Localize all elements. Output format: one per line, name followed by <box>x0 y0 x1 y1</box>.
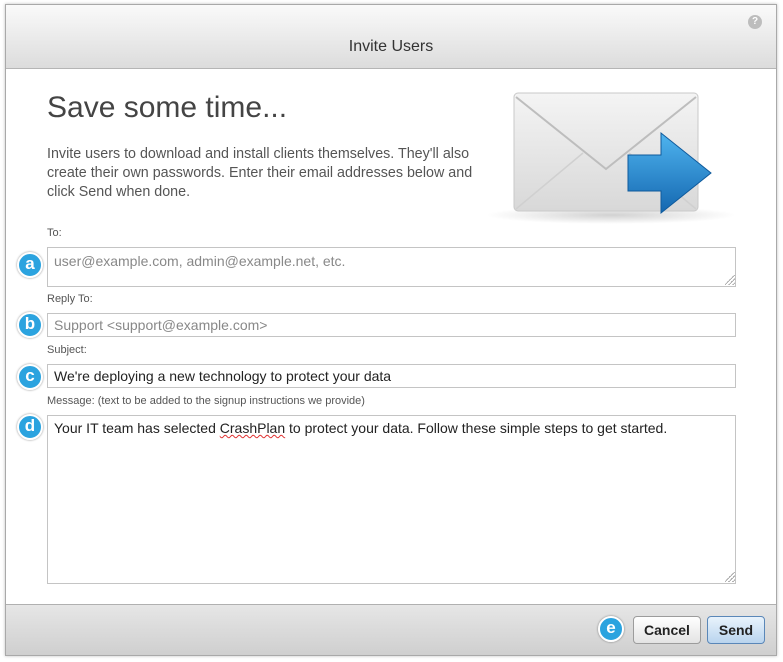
title-bar: Invite Users ? <box>6 5 776 69</box>
cancel-button[interactable]: Cancel <box>633 616 701 644</box>
callout-marker-c: c <box>17 364 43 390</box>
to-input[interactable] <box>47 247 736 287</box>
dialog-title: Invite Users <box>348 38 434 55</box>
message-misspelled-word: CrashPlan <box>219 420 286 436</box>
invite-users-dialog: Invite Users ? Save some time... Invite … <box>5 4 777 656</box>
to-label: To: <box>47 227 62 239</box>
callout-marker-b: b <box>17 312 43 338</box>
subject-label: Subject: <box>47 344 87 356</box>
message-text-after: to protect your data. Follow these simpl… <box>285 420 668 436</box>
subject-input[interactable] <box>47 364 736 388</box>
callout-marker-d: d <box>17 414 43 440</box>
page-heading: Save some time... <box>47 91 288 124</box>
reply-to-input[interactable] <box>47 313 736 337</box>
reply-to-label: Reply To: <box>47 293 93 305</box>
resize-grip-icon[interactable] <box>725 572 735 582</box>
message-text-before: Your IT team has selected <box>54 420 220 436</box>
message-textarea[interactable]: Your IT team has selected CrashPlan to p… <box>47 415 736 584</box>
send-button[interactable]: Send <box>707 616 765 644</box>
message-label: Message: (text to be added to the signup… <box>47 395 365 407</box>
callout-marker-a: a <box>17 252 43 278</box>
resize-grip-icon[interactable] <box>725 275 735 285</box>
intro-text: Invite users to download and install cli… <box>47 146 473 200</box>
dialog-footer: e Cancel Send <box>6 604 776 655</box>
callout-marker-e: e <box>598 616 624 642</box>
help-icon[interactable]: ? <box>748 15 762 29</box>
envelope-arrow-icon <box>486 92 736 224</box>
